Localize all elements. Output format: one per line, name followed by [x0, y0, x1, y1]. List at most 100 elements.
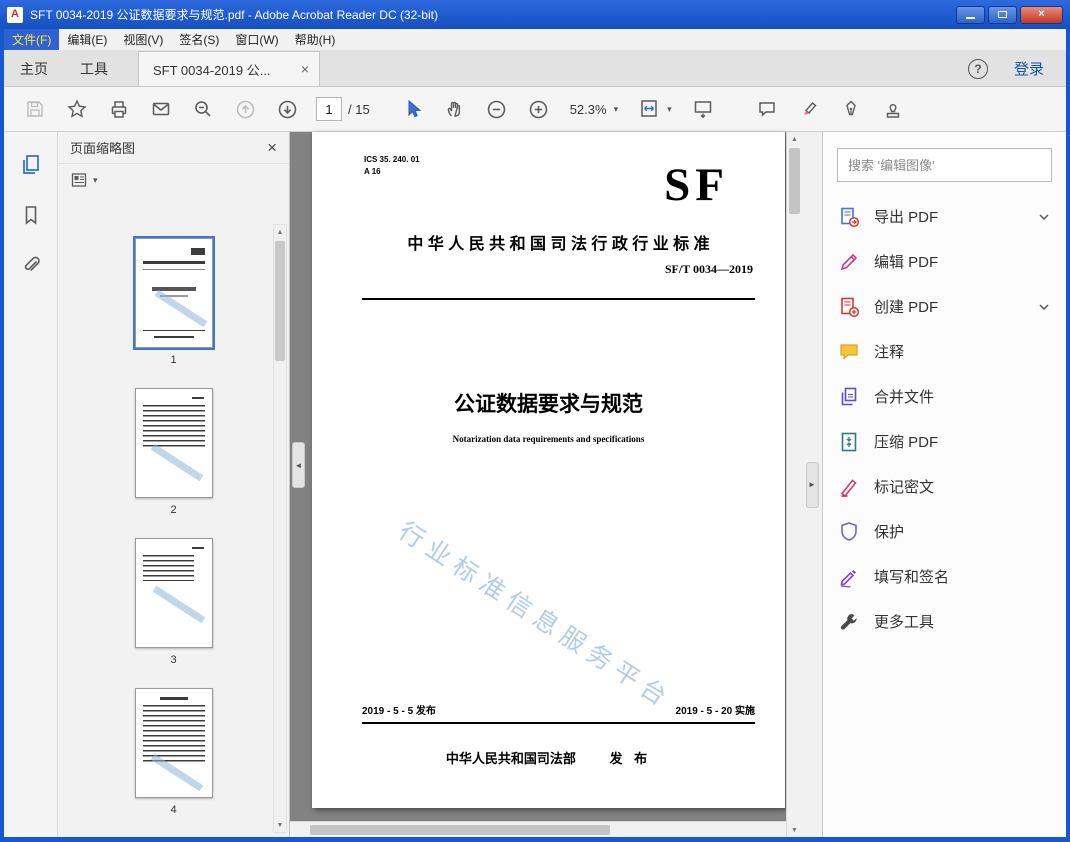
comment-tool-button[interactable] — [750, 93, 784, 125]
tool-compress-pdf[interactable]: 压缩 PDF — [823, 419, 1066, 464]
stamp-icon — [886, 104, 899, 118]
tool-protect[interactable]: 保护 — [823, 509, 1066, 554]
scrollbar-thumb[interactable] — [275, 241, 285, 361]
tool-label: 创建 PDF — [874, 299, 939, 316]
tools-panel: 导出 PDF 编辑 PDF 创建 PDF — [822, 132, 1066, 837]
select-tool-button[interactable] — [396, 93, 430, 125]
thumbnail-page-4[interactable]: 4 — [134, 688, 213, 816]
page-count-label: / 15 — [348, 101, 370, 117]
close-icon: × — [1038, 8, 1045, 20]
tool-edit-pdf[interactable]: 编辑 PDF — [823, 239, 1066, 284]
chevron-down-icon[interactable]: ▾ — [93, 175, 98, 186]
protect-shield-icon — [837, 520, 861, 544]
chevron-down-icon[interactable] — [1036, 210, 1052, 224]
issue-date: 2019 - 5 - 5 发布 — [362, 706, 436, 717]
scroll-down-icon[interactable]: ▼ — [274, 818, 286, 832]
sign-in-link[interactable]: 登录 — [1014, 58, 1044, 79]
zoom-level-dropdown[interactable]: 52.3% ▾ — [570, 102, 618, 117]
standard-number: SF/T 0034—2019 — [664, 262, 753, 276]
tab-document[interactable]: SFT 0034-2019 公... × — [138, 51, 320, 86]
thumbnail-page-1[interactable]: 1 — [132, 236, 215, 366]
scroll-mode-button[interactable] — [686, 93, 720, 125]
tool-export-pdf[interactable]: 导出 PDF — [823, 194, 1066, 239]
tab-home[interactable]: 主页 — [4, 51, 64, 86]
document-horizontal-scrollbar[interactable] — [290, 821, 786, 837]
tools-search-input[interactable] — [837, 148, 1052, 182]
hand-tool-button[interactable] — [438, 93, 472, 125]
menu-edit[interactable]: 编辑(E) — [59, 29, 115, 50]
page-down-icon — [278, 100, 296, 118]
stamp-tool-button[interactable] — [876, 93, 910, 125]
scrollbar-thumb[interactable] — [310, 824, 610, 835]
collapse-left-panel-handle[interactable]: ◄ — [292, 442, 305, 489]
zoom-in-button[interactable] — [522, 93, 556, 125]
scroll-up-icon[interactable]: ▲ — [274, 225, 286, 239]
scrollbar-thumb[interactable] — [789, 148, 800, 214]
menu-view[interactable]: 视图(V) — [115, 29, 171, 50]
zoom-search-icon — [195, 101, 211, 117]
menu-bar: 文件(F) 编辑(E) 视图(V) 签名(S) 窗口(W) 帮助(H) — [4, 29, 1066, 51]
save-button[interactable] — [18, 93, 52, 125]
collapse-right-panel-handle[interactable]: ► — [805, 461, 819, 508]
chevron-down-icon[interactable] — [1036, 300, 1052, 314]
menu-file[interactable]: 文件(F) — [4, 29, 60, 50]
tool-create-pdf[interactable]: 创建 PDF — [823, 284, 1066, 329]
help-icon[interactable]: ? — [967, 58, 988, 79]
scroll-up-icon[interactable]: ▲ — [787, 132, 802, 146]
fit-width-icon — [641, 100, 657, 117]
bookmarks-panel-button[interactable] — [14, 200, 48, 230]
thumbnail-page-3[interactable]: 3 — [134, 538, 213, 666]
page-thumbnails-panel-button[interactable] — [14, 150, 48, 180]
menu-window[interactable]: 窗口(W) — [227, 29, 286, 50]
next-page-button[interactable] — [270, 93, 304, 125]
tab-close-icon[interactable]: × — [301, 62, 309, 76]
thumbnail-list: 1 2 3 4 — [58, 196, 289, 837]
page-number-input[interactable] — [316, 97, 342, 121]
tab-bar: 主页 工具 SFT 0034-2019 公... × ? 登录 — [4, 51, 1066, 87]
fill-sign-pen-icon — [837, 565, 861, 589]
window-title: SFT 0034-2019 公证数据要求与规范.pdf - Adobe Acro… — [30, 8, 438, 22]
adobe-reader-icon: A — [7, 6, 23, 23]
document-vertical-scrollbar[interactable]: ▲ ▼ — [786, 132, 802, 837]
email-button[interactable] — [144, 93, 178, 125]
fit-width-dropdown[interactable]: ▾ — [638, 98, 672, 120]
highlight-tool-button[interactable] — [792, 93, 826, 125]
previous-page-button[interactable] — [228, 93, 262, 125]
scroll-down-icon[interactable]: ▼ — [787, 823, 802, 837]
tool-fill-sign[interactable]: 填写和签名 — [823, 554, 1066, 599]
main-area: 页面缩略图 × ▾ 1 2 3 4 ▲ ▼ ICS 35. 240. 01 A … — [4, 132, 1066, 837]
tool-combine-files[interactable]: 合并文件 — [823, 374, 1066, 419]
minimize-button[interactable] — [956, 5, 985, 24]
document-area: ICS 35. 240. 01 A 16 SF 中 华 人 民 共 和 国 司 … — [290, 132, 822, 837]
tabbar-right: ? 登录 — [967, 51, 1066, 86]
publisher-line: 中华人民共和国司法部 发 布 — [312, 748, 785, 767]
tool-redact[interactable]: 标记密文 — [823, 464, 1066, 509]
restore-button[interactable] — [988, 5, 1017, 24]
sign-tool-button[interactable] — [834, 93, 868, 125]
tool-more-tools[interactable]: 更多工具 — [823, 599, 1066, 644]
close-button[interactable]: × — [1020, 5, 1063, 24]
fountain-pen-icon — [845, 100, 856, 116]
document-subtitle: Notarization data requirements and speci… — [452, 434, 645, 444]
print-button[interactable] — [102, 93, 136, 125]
more-tools-wrench-icon — [837, 610, 861, 634]
attachments-panel-button[interactable] — [14, 250, 48, 280]
print-icon — [111, 101, 127, 118]
implement-date: 2019 - 5 - 20 实施 — [675, 706, 755, 717]
search-zoom-button[interactable] — [186, 93, 220, 125]
menu-sign[interactable]: 签名(S) — [171, 29, 227, 50]
tool-label: 标记密文 — [874, 479, 935, 496]
menu-help[interactable]: 帮助(H) — [287, 29, 344, 50]
zoom-out-button[interactable] — [480, 93, 514, 125]
tab-tools[interactable]: 工具 — [64, 51, 124, 86]
panel-close-icon[interactable]: × — [267, 139, 277, 156]
thumbnail-page-2[interactable]: 2 — [134, 388, 213, 516]
document-title: 公证数据要求与规范 — [454, 393, 643, 416]
star-button[interactable] — [60, 93, 94, 125]
tool-comment[interactable]: 注释 — [823, 329, 1066, 374]
compress-pdf-icon — [837, 430, 861, 454]
thumbnail-options-icon[interactable] — [70, 171, 88, 189]
create-pdf-icon — [837, 295, 861, 319]
thumbnails-scrollbar[interactable]: ▲ ▼ — [273, 224, 287, 833]
zoom-level-value: 52.3% — [569, 101, 607, 117]
